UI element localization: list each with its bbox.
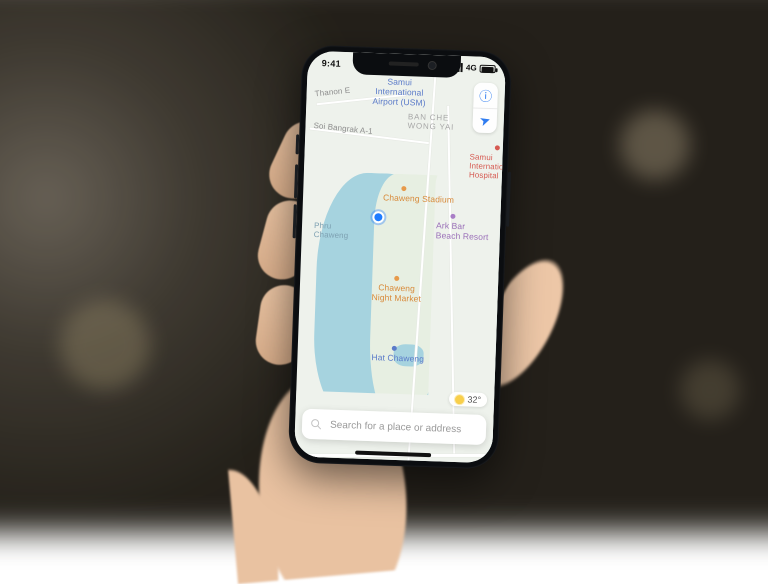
bokeh-light xyxy=(620,110,690,180)
phone-mute-switch xyxy=(296,134,300,154)
bokeh-light xyxy=(680,360,740,420)
poi-chaweng-night-market[interactable]: Chaweng Night Market xyxy=(371,283,421,304)
phone-volume-down xyxy=(293,204,297,238)
status-time: 9:41 xyxy=(322,58,342,69)
map-controls: ⓘ ➤ xyxy=(472,82,498,133)
search-input[interactable] xyxy=(328,418,478,436)
weather-pill[interactable]: 32° xyxy=(449,392,487,407)
poi-ark-bar[interactable]: Ark Bar Beach Resort xyxy=(436,221,489,242)
info-icon: ⓘ xyxy=(479,85,493,104)
sun-icon xyxy=(455,395,464,404)
locate-icon: ➤ xyxy=(477,111,492,130)
phone-volume-up xyxy=(294,164,298,198)
network-type: 4G xyxy=(466,63,477,72)
locate-button[interactable]: ➤ xyxy=(472,107,497,133)
area-label-ban-che-wong-yai: BAN CHE WONG YAI xyxy=(407,112,454,132)
poi-hat-chaweng[interactable]: Hat Chaweng xyxy=(371,353,424,365)
search-icon xyxy=(310,418,322,430)
battery-icon xyxy=(479,64,495,73)
feature-label-phru-chaweng: Phru Chaweng xyxy=(314,221,349,241)
bokeh-light xyxy=(60,300,150,390)
info-button[interactable]: ⓘ xyxy=(473,82,498,107)
search-bar[interactable] xyxy=(302,409,487,445)
poi-samui-airport[interactable]: Samui International Airport (USM) xyxy=(372,77,426,108)
poi-samui-hospital[interactable]: Samui Internationa Hospital xyxy=(469,152,506,181)
phone-notch xyxy=(352,52,461,78)
phone-screen: 9:41 4G Tha xyxy=(294,51,506,464)
phone-frame: 9:41 4G Tha xyxy=(288,44,512,469)
weather-temperature: 32° xyxy=(467,394,481,404)
